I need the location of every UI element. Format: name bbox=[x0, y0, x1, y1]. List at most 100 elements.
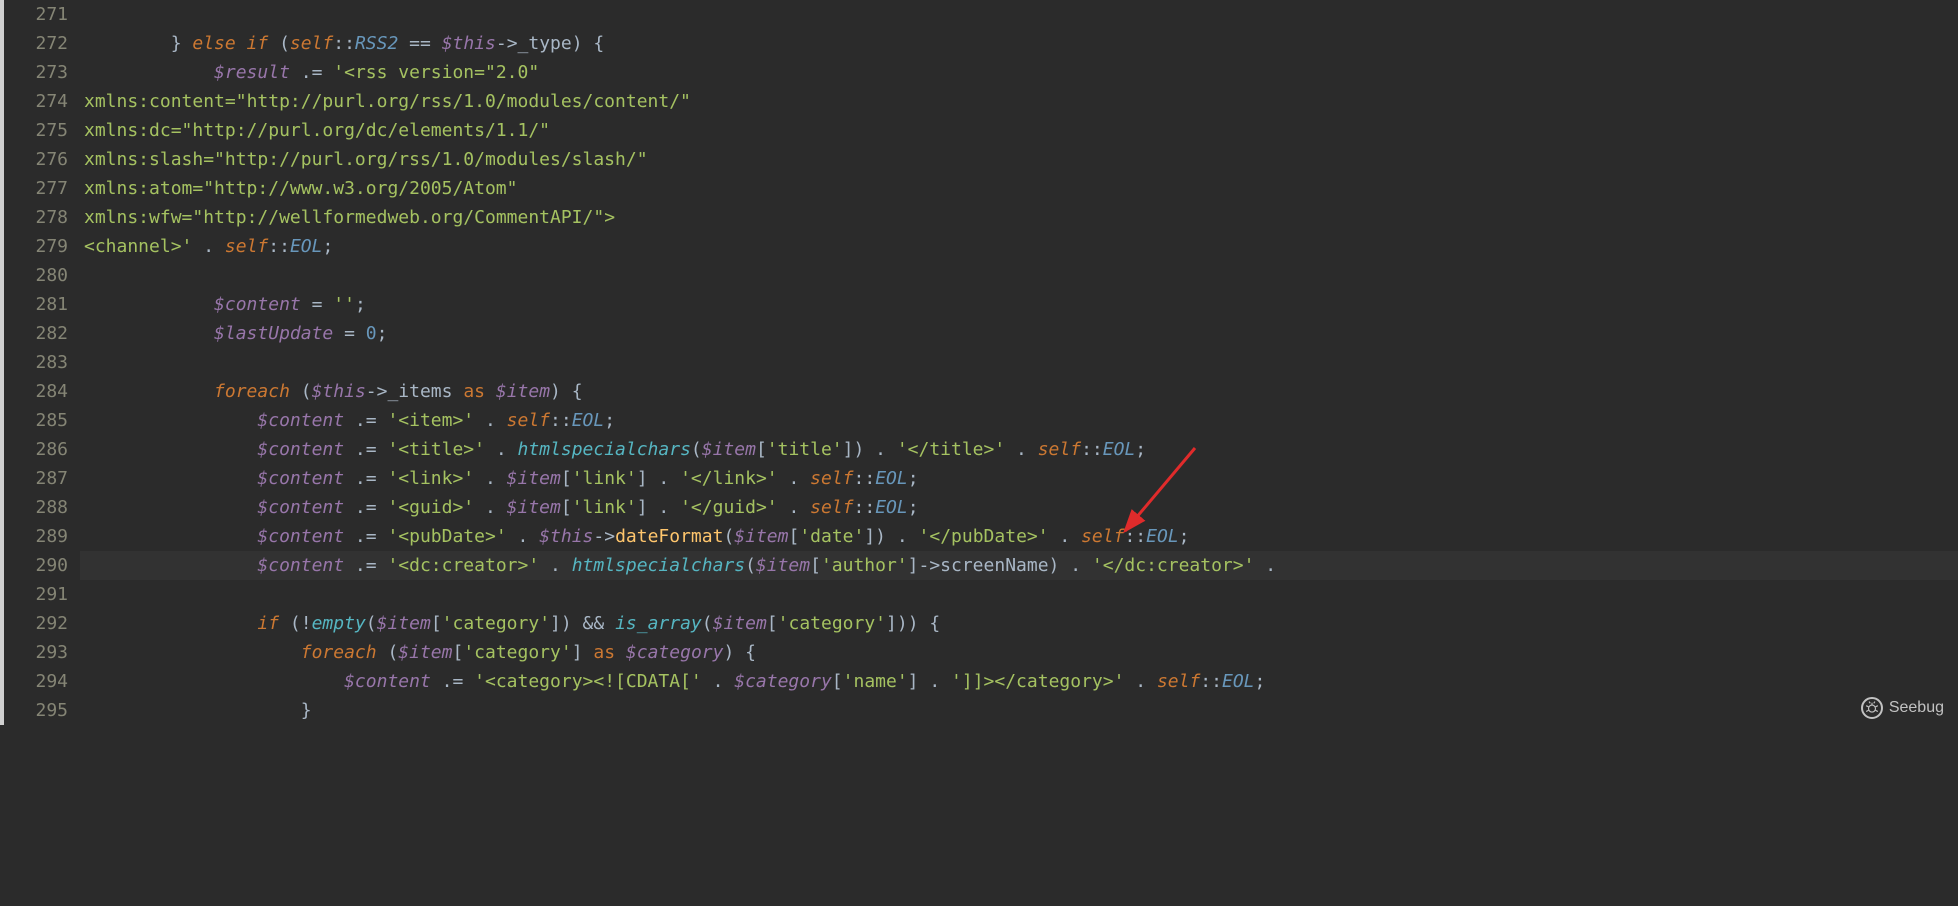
code-line[interactable]: $result .= '<rss version="2.0" bbox=[80, 58, 1958, 87]
code-line[interactable]: $content = ''; bbox=[80, 290, 1958, 319]
token: xmlns:atom=" bbox=[84, 178, 214, 199]
token bbox=[84, 671, 344, 692]
code-line[interactable]: $content .= '<dc:creator>' . htmlspecial… bbox=[80, 551, 1958, 580]
code-line[interactable]: $content .= '<pubDate>' . $this->dateFor… bbox=[80, 522, 1958, 551]
token: ( bbox=[290, 381, 312, 402]
token bbox=[84, 323, 214, 344]
token: $content bbox=[214, 294, 301, 315]
token: $content bbox=[257, 555, 344, 576]
token: self bbox=[225, 236, 268, 257]
token: ] . bbox=[637, 497, 680, 518]
token: self bbox=[290, 33, 333, 54]
token: $this bbox=[312, 381, 366, 402]
token: 'author' bbox=[821, 555, 908, 576]
token: is_array bbox=[615, 613, 702, 634]
token: http://wellformedweb.org/CommentAPI/ bbox=[203, 207, 593, 228]
token: as bbox=[463, 381, 485, 402]
token: ( bbox=[377, 642, 399, 663]
code-line[interactable]: $content .= '<link>' . $item['link'] . '… bbox=[80, 464, 1958, 493]
code-line[interactable]: } bbox=[80, 696, 1958, 725]
token: . bbox=[485, 439, 518, 460]
code-line[interactable] bbox=[80, 261, 1958, 290]
token: :: bbox=[1124, 526, 1146, 547]
token: 'category' bbox=[778, 613, 886, 634]
code-line[interactable]: xmlns:wfw="http://wellformedweb.org/Comm… bbox=[80, 203, 1958, 232]
token: '</title>' bbox=[897, 439, 1005, 460]
code-line[interactable]: $content .= '<guid>' . $item['link'] . '… bbox=[80, 493, 1958, 522]
token: '<title>' bbox=[387, 439, 485, 460]
token: ]) . bbox=[864, 526, 918, 547]
token: $content bbox=[257, 439, 344, 460]
token: ] bbox=[572, 642, 594, 663]
line-number: 279 bbox=[12, 232, 68, 261]
token: ->_type) { bbox=[496, 33, 604, 54]
token: EOL bbox=[290, 236, 323, 257]
code-line[interactable]: foreach ($item['category'] as $category)… bbox=[80, 638, 1958, 667]
code-line[interactable]: $content .= '<title>' . htmlspecialchars… bbox=[80, 435, 1958, 464]
token: ; bbox=[604, 410, 615, 431]
token: $item bbox=[507, 497, 561, 518]
line-number: 291 bbox=[12, 580, 68, 609]
token: $category bbox=[626, 642, 724, 663]
token: ; bbox=[377, 323, 388, 344]
token: " bbox=[680, 91, 691, 112]
token: self bbox=[810, 497, 853, 518]
token: [ bbox=[561, 468, 572, 489]
token: http://purl.org/dc/elements/1.1/ bbox=[192, 120, 539, 141]
token: ; bbox=[322, 236, 333, 257]
code-line[interactable]: $lastUpdate = 0; bbox=[80, 319, 1958, 348]
token: .= bbox=[344, 555, 387, 576]
token: .= bbox=[344, 439, 387, 460]
code-line[interactable]: foreach ($this->_items as $item) { bbox=[80, 377, 1958, 406]
code-line[interactable]: $content .= '<item>' . self::EOL; bbox=[80, 406, 1958, 435]
token: 'category' bbox=[442, 613, 550, 634]
line-number: 276 bbox=[12, 145, 68, 174]
token bbox=[84, 613, 257, 634]
token: = bbox=[333, 323, 366, 344]
code-editor[interactable]: 2712722732742752762772782792802812822832… bbox=[0, 0, 1958, 725]
token: '<dc:creator>' bbox=[387, 555, 539, 576]
token: $this bbox=[539, 526, 593, 547]
code-line[interactable] bbox=[80, 580, 1958, 609]
token: 'category' bbox=[463, 642, 571, 663]
line-number: 293 bbox=[12, 638, 68, 667]
token: htmlspecialchars bbox=[572, 555, 745, 576]
code-line[interactable] bbox=[80, 0, 1958, 29]
code-line[interactable]: } else if (self::RSS2 == $this->_type) { bbox=[80, 29, 1958, 58]
token: else if bbox=[192, 33, 268, 54]
token: :: bbox=[854, 497, 876, 518]
token: ] . bbox=[637, 468, 680, 489]
token: if bbox=[257, 613, 279, 634]
token: EOL bbox=[1103, 439, 1136, 460]
token: [ bbox=[756, 439, 767, 460]
line-number: 287 bbox=[12, 464, 68, 493]
watermark: Seebug bbox=[1861, 697, 1944, 719]
token bbox=[485, 381, 496, 402]
code-line[interactable]: $content .= '<category><![CDATA[' . $cat… bbox=[80, 667, 1958, 696]
token: EOL bbox=[1222, 671, 1255, 692]
token: xmlns:slash=" bbox=[84, 149, 225, 170]
token: xmlns:content=" bbox=[84, 91, 247, 112]
token: $content bbox=[257, 526, 344, 547]
token: ( bbox=[745, 555, 756, 576]
token: ) { bbox=[550, 381, 583, 402]
code-line[interactable]: xmlns:content="http://purl.org/rss/1.0/m… bbox=[80, 87, 1958, 116]
token: http://purl.org/rss/1.0/modules/slash/ bbox=[225, 149, 637, 170]
token: ; bbox=[908, 497, 919, 518]
token: } bbox=[84, 700, 312, 721]
code-line[interactable]: if (!empty($item['category']) && is_arra… bbox=[80, 609, 1958, 638]
token: $item bbox=[756, 555, 810, 576]
code-line[interactable]: xmlns:dc="http://purl.org/dc/elements/1.… bbox=[80, 116, 1958, 145]
line-number: 278 bbox=[12, 203, 68, 232]
code-line[interactable]: xmlns:slash="http://purl.org/rss/1.0/mod… bbox=[80, 145, 1958, 174]
code-line[interactable]: <channel>' . self::EOL; bbox=[80, 232, 1958, 261]
token: [ bbox=[452, 642, 463, 663]
token: [ bbox=[788, 526, 799, 547]
token: $item bbox=[496, 381, 550, 402]
code-line[interactable]: xmlns:atom="http://www.w3.org/2005/Atom" bbox=[80, 174, 1958, 203]
code-line[interactable] bbox=[80, 348, 1958, 377]
line-number: 292 bbox=[12, 609, 68, 638]
token: -> bbox=[593, 526, 615, 547]
code-area[interactable]: } else if (self::RSS2 == $this->_type) {… bbox=[80, 0, 1958, 725]
token: '<link>' bbox=[387, 468, 474, 489]
